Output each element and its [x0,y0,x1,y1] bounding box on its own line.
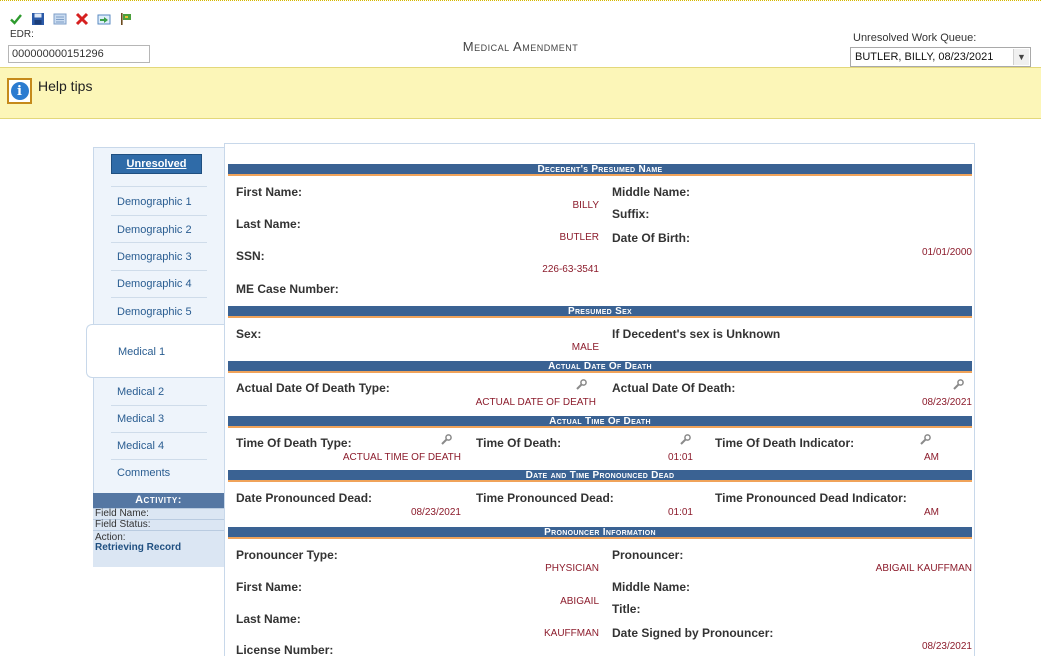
wrench-icon[interactable] [440,434,452,446]
nav-item-demographic-2[interactable]: Demographic 2 [94,224,225,236]
time-of-death-indicator-value[interactable]: AM [924,452,939,463]
middle-name-label: Middle Name: [612,185,691,199]
me-case-number-label: ME Case Number: [236,282,339,296]
flag-icon[interactable] [119,12,133,26]
work-queue-label: Unresolved Work Queue: [853,32,977,44]
last-name-label: Last Name: [236,217,301,231]
nav-item-demographic-3[interactable]: Demographic 3 [94,251,225,263]
work-queue-select[interactable]: BUTLER, BILLY, 08/23/2021 ▼ [850,47,1031,67]
nav-divider [111,405,207,406]
nav-divider [111,297,207,298]
check-icon[interactable] [9,12,23,26]
pronouncer-title-label: Title: [612,602,641,616]
time-of-death-label: Time Of Death: [476,436,562,450]
activity-panel: Activity: Field Name: Field Status: Acti… [93,493,224,567]
date-pronounced-dead-label: Date Pronounced Dead: [236,491,373,505]
unresolved-button[interactable]: Unresolved [111,154,202,174]
info-icon: i [10,82,29,100]
toolbar [9,12,133,26]
section-header-actual-date-of-death: Actual Date Of Death [228,361,972,373]
nav-item-label: Medical 1 [118,346,166,358]
activity-action-value: Retrieving Record [95,542,182,553]
nav-item-comments[interactable]: Comments [94,467,225,479]
chevron-down-icon[interactable]: ▼ [1013,49,1029,65]
section-header-pronounced-dead: Date and Time Pronounced Dead [228,470,972,482]
first-name-value[interactable]: BILLY [573,200,600,211]
help-bar: i Help tips [0,67,1041,119]
help-tips-text: Help tips [38,78,93,94]
nav-item-medical-3[interactable]: Medical 3 [94,413,225,425]
nav-divider [111,459,207,460]
pronouncer-last-name-label: Last Name: [236,612,301,626]
time-of-death-type-value[interactable]: ACTUAL TIME OF DEATH [343,452,461,463]
form-panel: Decedent's Presumed Name First Name: BIL… [224,143,975,656]
delete-icon[interactable] [75,12,89,26]
suffix-label: Suffix: [612,207,650,221]
nav-item-medical-2[interactable]: Medical 2 [94,386,225,398]
time-of-death-value[interactable]: 01:01 [668,452,693,463]
activity-field-status: Field Status: [93,519,224,530]
wrench-icon[interactable] [679,434,691,446]
activity-title: Activity: [93,493,224,508]
date-of-birth-label: Date Of Birth: [612,231,690,245]
actual-date-type-label: Actual Date Of Death Type: [236,381,390,395]
last-name-value[interactable]: BUTLER [560,232,599,243]
time-pronounced-dead-label: Time Pronounced Dead: [476,491,614,505]
date-of-birth-value[interactable]: 01/01/2000 [922,247,972,258]
nav-item-demographic-5[interactable]: Demographic 5 [94,306,225,318]
nav-item-demographic-4[interactable]: Demographic 4 [94,278,225,290]
work-queue-selected: BUTLER, BILLY, 08/23/2021 [855,51,994,63]
license-number-label: License Number: [236,643,334,656]
wrench-icon[interactable] [952,379,964,391]
time-pronounced-dead-value[interactable]: 01:01 [668,507,693,518]
pronouncer-first-name-label: First Name: [236,580,303,594]
print-icon[interactable] [53,12,67,26]
wrench-icon[interactable] [919,434,931,446]
sex-label: Sex: [236,327,262,341]
nav-divider [111,242,207,243]
date-signed-value[interactable]: 08/23/2021 [922,641,972,652]
time-of-death-type-label: Time Of Death Type: [236,436,352,450]
time-pronounced-dead-indicator-label: Time Pronounced Dead Indicator: [715,491,907,505]
section-header-pronouncer-information: Pronouncer Information [228,527,972,539]
sex-value[interactable]: MALE [572,342,599,353]
medical-amendment-screen: EDR: Medical Amendment Unresolved Work Q… [0,0,1041,656]
help-button[interactable]: i [7,78,32,104]
pronouncer-middle-name-label: Middle Name: [612,580,691,594]
pronouncer-label: Pronouncer: [612,548,684,562]
actual-date-label: Actual Date Of Death: [612,381,736,395]
pronouncer-value[interactable]: ABIGAIL KAUFFMAN [876,563,972,574]
ssn-value[interactable]: 226-63-3541 [542,264,599,275]
date-pronounced-dead-value[interactable]: 08/23/2021 [411,507,461,518]
nav-divider [111,186,207,187]
actual-date-type-value[interactable]: ACTUAL DATE OF DEATH [476,397,596,408]
nav-divider [111,270,207,271]
activity-action: Action: Retrieving Record [93,530,224,567]
nav-divider [111,215,207,216]
pronouncer-first-name-value[interactable]: ABIGAIL [560,596,599,607]
ssn-label: SSN: [236,249,265,263]
top-bar: EDR: Medical Amendment Unresolved Work Q… [0,0,1041,67]
section-header-presumed-name: Decedent's Presumed Name [228,164,972,176]
time-pronounced-dead-indicator-value[interactable]: AM [924,507,939,518]
pronouncer-type-value[interactable]: PHYSICIAN [545,563,599,574]
nav-divider [111,432,207,433]
sex-unknown-label: If Decedent's sex is Unknown [612,327,781,341]
pronouncer-last-name-value[interactable]: KAUFFMAN [544,628,599,639]
date-signed-label: Date Signed by Pronouncer: [612,626,774,640]
wrench-icon[interactable] [575,379,587,391]
actual-date-value[interactable]: 08/23/2021 [922,397,972,408]
pronouncer-type-label: Pronouncer Type: [236,548,338,562]
activity-field-name: Field Name: [93,508,224,519]
nav-item-medical-1[interactable]: Medical 1 [86,324,226,378]
save-icon[interactable] [31,12,45,26]
section-header-presumed-sex: Presumed Sex [228,306,972,318]
section-header-actual-time-of-death: Actual Time Of Death [228,416,972,428]
first-name-label: First Name: [236,185,303,199]
nav-item-medical-4[interactable]: Medical 4 [94,440,225,452]
time-of-death-indicator-label: Time Of Death Indicator: [715,436,855,450]
send-icon[interactable] [97,12,111,26]
left-nav: Unresolved Demographic 1 Demographic 2 D… [86,147,226,495]
nav-item-demographic-1[interactable]: Demographic 1 [94,196,225,208]
